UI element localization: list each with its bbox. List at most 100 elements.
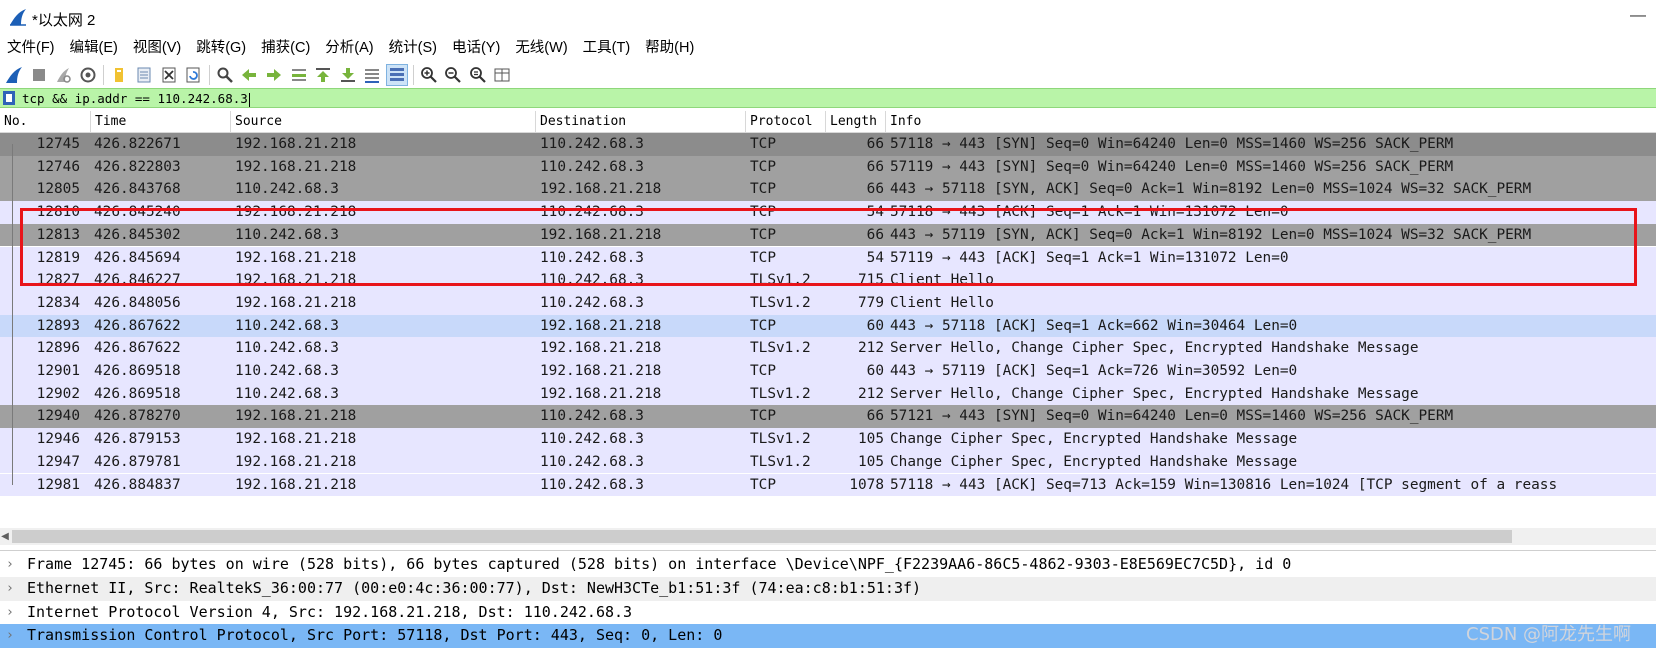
cell-source: 110.242.68.3 (235, 385, 339, 402)
cell-info: 57118 → 443 [SYN] Seq=0 Win=64240 Len=0 … (890, 136, 1454, 152)
column-header-protocol[interactable]: Protocol (745, 111, 825, 133)
cell-length: 66 (866, 158, 884, 175)
table-row[interactable]: 12946 426.879153 192.168.21.218 110.242.68.… (0, 428, 1656, 451)
restart-icon[interactable] (53, 65, 73, 85)
back-arrow-icon[interactable] (239, 65, 259, 85)
table-row[interactable]: 12947 426.879781 192.168.21.218 110.242.68.… (0, 450, 1656, 474)
menu-statistics[interactable]: 统计(S) (382, 36, 445, 60)
options-gear-icon[interactable] (78, 65, 98, 85)
menu-file[interactable]: 文件(F) (0, 36, 63, 60)
cell-destination: 192.168.21.218 (540, 385, 662, 402)
first-packet-icon[interactable] (313, 65, 333, 85)
table-row[interactable]: 12746 426.822803 192.168.21.218 110.242.68.… (0, 155, 1656, 179)
cell-info: Server Hello, Change Cipher Spec, Encryp… (890, 385, 1419, 402)
forward-arrow-icon[interactable] (264, 65, 284, 85)
bookmark-icon[interactable] (3, 91, 15, 105)
cell-time: 426.822671 (94, 136, 181, 152)
column-header-time[interactable]: Time (90, 111, 230, 133)
cell-source: 192.168.21.218 (235, 431, 357, 448)
table-row[interactable]: 12745 426.822671 192.168.21.218 110.242.68.… (0, 133, 1656, 156)
detail-tree-item[interactable]: › Frame 12745: 66 bytes on wire (528 bits… (0, 553, 1656, 577)
cell-source: 192.168.21.218 (235, 136, 357, 152)
table-row[interactable]: 12940 426.878270 192.168.21.218 110.242.68.… (0, 405, 1656, 429)
cell-time: 426.879153 (94, 431, 181, 448)
menu-capture[interactable]: 捕获(C) (254, 36, 318, 60)
table-row[interactable]: 12981 426.884837 192.168.21.218 110.242.68.… (0, 473, 1656, 497)
resize-columns-icon[interactable] (492, 65, 512, 85)
table-row[interactable]: 12893 426.867622 110.242.68.3 192.168.21.21… (0, 314, 1656, 338)
cell-time: 426.878270 (94, 408, 181, 425)
expand-chevron-icon[interactable]: › (6, 577, 14, 601)
menu-analyze[interactable]: 分析(A) (318, 36, 381, 60)
reload-icon[interactable] (183, 65, 203, 85)
find-icon[interactable] (215, 65, 235, 85)
save-file-icon[interactable] (134, 65, 154, 85)
expand-chevron-icon[interactable]: › (6, 553, 14, 577)
detail-tree-item[interactable]: › Ethernet II, Src: RealtekS_36:00:77 (00… (0, 576, 1656, 601)
table-row[interactable]: 12834 426.848056 192.168.21.218 110.242.68.… (0, 291, 1656, 315)
cell-time: 426.867622 (94, 340, 181, 357)
menu-go[interactable]: 跳转(G) (189, 36, 254, 60)
autoscroll-icon[interactable] (362, 65, 382, 85)
menu-wireless[interactable]: 无线(W) (508, 36, 575, 60)
expand-chevron-icon[interactable]: › (6, 601, 14, 625)
cell-destination: 192.168.21.218 (540, 181, 662, 198)
cell-destination: 110.242.68.3 (540, 294, 644, 311)
menu-help[interactable]: 帮助(H) (638, 36, 702, 60)
horizontal-scrollbar[interactable]: ◀ (0, 528, 1656, 545)
minimize-button[interactable]: — (1628, 6, 1648, 26)
last-packet-icon[interactable] (338, 65, 358, 85)
column-header-source[interactable]: Source (230, 111, 535, 133)
packet-list: No. Time Source Destination Protocol Len… (0, 111, 1656, 513)
column-header-no[interactable]: No. (0, 111, 90, 133)
zoom-out-icon[interactable] (443, 65, 463, 85)
close-file-icon[interactable] (159, 65, 179, 85)
cell-length: 212 (858, 385, 884, 402)
cell-source: 110.242.68.3 (235, 340, 339, 357)
menu-telephony[interactable]: 电话(Y) (445, 36, 508, 60)
detail-tree-item[interactable]: › Internet Protocol Version 4, Src: 192.1… (0, 601, 1656, 625)
open-folder-icon[interactable] (109, 65, 129, 85)
cell-info: Client Hello (890, 294, 994, 311)
colorize-icon[interactable] (385, 63, 408, 86)
expand-chevron-icon[interactable]: › (6, 624, 14, 648)
cell-length: 66 (866, 181, 884, 198)
handshake-highlight-box (20, 208, 1637, 286)
cell-destination: 110.242.68.3 (540, 158, 644, 175)
cell-protocol: TCP (750, 181, 776, 198)
toolbar-separator (103, 64, 105, 85)
cell-length: 66 (866, 136, 884, 152)
cell-time: 426.843768 (94, 181, 181, 198)
column-header-info[interactable]: Info (885, 111, 1656, 133)
table-row[interactable]: 12901 426.869518 110.242.68.3 192.168.21.21… (0, 360, 1656, 383)
column-header-destination[interactable]: Destination (535, 111, 745, 133)
cell-destination: 110.242.68.3 (540, 408, 644, 425)
cell-protocol: TLSv1.2 (750, 431, 811, 448)
menu-view[interactable]: 视图(V) (126, 36, 189, 60)
cell-protocol: TCP (750, 363, 776, 379)
stop-icon[interactable] (29, 65, 49, 85)
goto-packet-icon[interactable] (289, 65, 309, 85)
detail-tree-item[interactable]: › Transmission Control Protocol, Src Port… (0, 624, 1656, 649)
zoom-normal-icon[interactable] (468, 65, 488, 85)
cell-source: 192.168.21.218 (235, 294, 357, 311)
menu-tools[interactable]: 工具(T) (576, 36, 639, 60)
display-filter-input[interactable]: tcp && ip.addr == 110.242.68.3 (22, 90, 250, 107)
shark-fin-start-icon[interactable] (4, 65, 24, 85)
table-row[interactable]: 12896 426.867622 110.242.68.3 192.168.21.21… (0, 337, 1656, 360)
cell-info: 443 → 57118 [SYN, ACK] Seq=0 Ack=1 Win=8… (890, 181, 1532, 198)
table-row[interactable]: 12902 426.869518 110.242.68.3 192.168.21.21… (0, 382, 1656, 406)
cell-info: Server Hello, Change Cipher Spec, Encryp… (890, 340, 1419, 357)
cell-info: Change Cipher Spec, Encrypted Handshake … (890, 431, 1298, 448)
wireshark-fin-icon (8, 8, 28, 26)
cell-source: 192.168.21.218 (235, 408, 357, 425)
zoom-in-icon[interactable] (419, 65, 439, 85)
display-filter-bar: tcp && ip.addr == 110.242.68.3 (0, 88, 1656, 108)
column-header-length[interactable]: Length (825, 111, 885, 133)
window-title: *以太网 2 (32, 12, 96, 29)
scroll-left-arrow-icon[interactable]: ◀ (0, 530, 10, 543)
menu-edit[interactable]: 编辑(E) (63, 36, 126, 60)
table-row[interactable]: 12805 426.843768 110.242.68.3 192.168.21.21… (0, 178, 1656, 202)
scrollbar-thumb[interactable] (12, 530, 1512, 543)
toolbar-separator (208, 64, 210, 85)
